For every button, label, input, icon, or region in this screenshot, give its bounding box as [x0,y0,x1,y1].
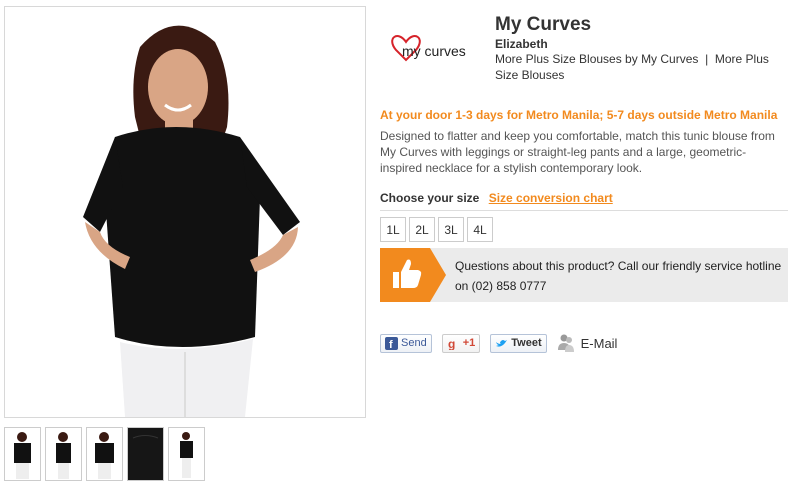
delivery-info: At your door 1-3 days for Metro Manila; … [380,108,778,122]
thumbnail-2[interactable] [45,427,82,481]
facebook-icon: f [385,336,398,351]
size-label: Choose your size [380,191,480,205]
thumbnail-4[interactable] [127,427,164,481]
more-links: More Plus Size Blouses by My Curves | Mo… [495,51,785,83]
facebook-send-label: Send [401,337,427,349]
google-plus-button[interactable]: g +1 [441,333,481,353]
size-options: 1L 2L 3L 4L [380,217,493,242]
thumbnail-strip [4,427,205,481]
facebook-send-button[interactable]: f Send [380,333,432,353]
size-option-1l[interactable]: 1L [380,217,406,242]
size-option-2l[interactable]: 2L [409,217,435,242]
size-chart-link[interactable]: Size conversion chart [489,191,613,205]
hotline-banner: Questions about this product? Call our f… [380,248,788,302]
size-option-4l[interactable]: 4L [467,217,493,242]
product-brand-title: My Curves [495,14,592,35]
google-plus-label: +1 [462,337,476,349]
size-selector-header: Choose your size Size conversion chart [380,191,613,205]
svg-text:f: f [389,339,393,350]
share-bar: f Send g +1 Tweet E-Mail [380,333,617,353]
tweet-label: Tweet [511,337,542,349]
twitter-icon [495,337,508,350]
thumbnail-1[interactable] [4,427,41,481]
google-icon: g [447,337,460,351]
more-by-brand-link[interactable]: More Plus Size Blouses by My Curves [495,52,698,66]
link-separator: | [705,52,709,66]
main-product-image[interactable] [4,6,366,418]
hotline-text: Questions about this product? Call our f… [455,259,782,293]
svg-text:g: g [448,337,455,350]
size-option-3l[interactable]: 3L [438,217,464,242]
svg-text:my curves: my curves [402,43,466,59]
divider [380,210,788,211]
brand-logo[interactable]: my curves [388,24,474,74]
product-name: Elizabeth [495,37,548,51]
thumbnail-3[interactable] [86,427,123,481]
tweet-button[interactable]: Tweet [490,333,547,353]
product-description: Designed to flatter and keep you comfort… [380,129,775,175]
thumbs-up-icon [380,248,446,302]
people-icon [557,334,574,352]
thumbnail-5[interactable] [168,427,205,481]
email-label: E-Mail [580,335,618,351]
email-share-button[interactable]: E-Mail [557,333,618,353]
